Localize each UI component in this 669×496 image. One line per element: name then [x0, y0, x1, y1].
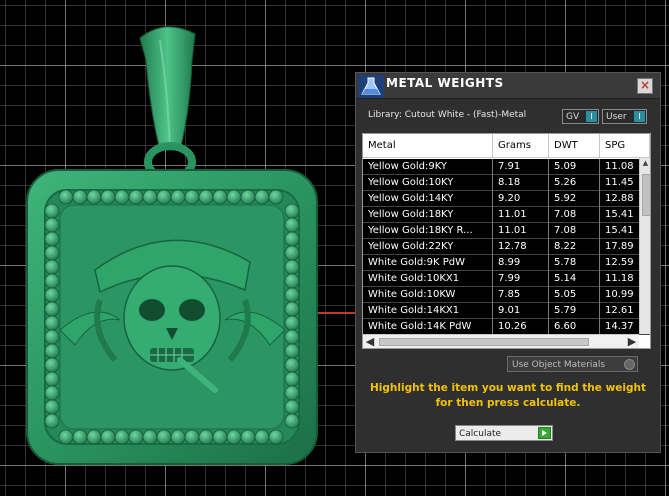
cell-grams: 11.01 [493, 207, 549, 223]
cell-dwt: 5.05 [549, 287, 600, 303]
cell-dwt: 7.08 [549, 223, 600, 239]
vertical-scrollbar[interactable]: ▲ [639, 158, 650, 334]
cell-dwt: 7.08 [549, 207, 600, 223]
panel-header: METAL WEIGHTS × [356, 73, 660, 99]
table-row[interactable]: White Gold:14K PdW 10.26 6.60 14.37 [363, 319, 650, 335]
horizontal-scroll-thumb[interactable] [379, 338, 589, 346]
calculate-play-icon [538, 427, 551, 439]
cell-metal: Yellow Gold:10KY [363, 175, 493, 191]
instruction-text: Highlight the item you want to find the … [370, 382, 646, 409]
cell-metal: White Gold:9K PdW [363, 255, 493, 271]
cell-metal: Yellow Gold:14KY [363, 191, 493, 207]
library-label: Library: Cutout White - (Fast)-Metal [368, 110, 527, 120]
table-row[interactable]: White Gold:14KX1 9.01 5.79 12.61 [363, 303, 650, 319]
panel-title: METAL WEIGHTS [386, 76, 504, 90]
horizontal-scrollbar[interactable]: ◀ ▶ [363, 334, 639, 348]
cell-metal: White Gold:14KX1 [363, 303, 493, 319]
cell-metal: Yellow Gold:22KY [363, 239, 493, 255]
cell-dwt: 5.26 [549, 175, 600, 191]
cell-grams: 9.20 [493, 191, 549, 207]
use-object-materials-knob [624, 359, 635, 370]
table-row[interactable]: Yellow Gold:9KY 7.91 5.09 11.08 [363, 159, 650, 175]
cell-dwt: 5.14 [549, 271, 600, 287]
cell-metal: Yellow Gold:18KY [363, 207, 493, 223]
use-object-materials-toggle[interactable]: Use Object Materials [507, 356, 638, 372]
calculate-label: Calculate [459, 429, 502, 439]
table-row[interactable]: White Gold:10KW 7.85 5.05 10.99 [363, 287, 650, 303]
metal-weights-table[interactable]: Metal Grams DWT SPG Yellow Gold:9KY 7.91 5… [362, 133, 651, 349]
cell-grams: 11.01 [493, 223, 549, 239]
cell-grams: 8.18 [493, 175, 549, 191]
scroll-right-arrow[interactable]: ▶ [625, 335, 639, 348]
cell-grams: 7.91 [493, 159, 549, 175]
cell-grams: 9.01 [493, 303, 549, 319]
cell-dwt: 6.60 [549, 319, 600, 335]
cell-dwt: 8.22 [549, 239, 600, 255]
cell-grams: 10.26 [493, 319, 549, 335]
table-row[interactable]: Yellow Gold:10KY 8.18 5.26 11.45 [363, 175, 650, 191]
scroll-left-arrow[interactable]: ◀ [363, 335, 377, 348]
table-row[interactable]: Yellow Gold:22KY 12.78 8.22 17.89 [363, 239, 650, 255]
metal-weights-panel: METAL WEIGHTS × Library: Cutout White - … [355, 72, 661, 453]
cell-grams: 7.99 [493, 271, 549, 287]
metal-weights-flask-icon [358, 75, 384, 98]
cell-metal: White Gold:10KX1 [363, 271, 493, 287]
cell-metal: Yellow Gold:9KY [363, 159, 493, 175]
user-toggle-label: User [606, 112, 627, 122]
cell-metal: Yellow Gold:18KY R... [363, 223, 493, 239]
cell-dwt: 5.09 [549, 159, 600, 175]
column-header-grams[interactable]: Grams [493, 134, 549, 158]
close-icon: × [639, 78, 651, 92]
table-row[interactable]: White Gold:9K PdW 8.99 5.78 12.59 [363, 255, 650, 271]
close-button[interactable]: × [637, 78, 653, 94]
calculate-button[interactable]: Calculate [455, 425, 553, 441]
cell-dwt: 5.92 [549, 191, 600, 207]
use-object-materials-label: Use Object Materials [512, 360, 606, 370]
table-row[interactable]: Yellow Gold:18KY R... 11.01 7.08 15.41 [363, 223, 650, 239]
gv-toggle-knob: I [586, 111, 597, 122]
table-row[interactable]: White Gold:10KX1 7.99 5.14 11.18 [363, 271, 650, 287]
column-header-spg[interactable]: SPG [600, 134, 650, 158]
user-toggle[interactable]: User I [602, 109, 647, 124]
column-header-metal[interactable]: Metal [363, 134, 493, 158]
cell-grams: 7.85 [493, 287, 549, 303]
cell-dwt: 5.78 [549, 255, 600, 271]
cell-dwt: 5.79 [549, 303, 600, 319]
table-row[interactable]: Yellow Gold:14KY 9.20 5.92 12.88 [363, 191, 650, 207]
gv-toggle[interactable]: GV I [562, 109, 599, 124]
cell-grams: 8.99 [493, 255, 549, 271]
scroll-up-arrow[interactable]: ▲ [640, 158, 650, 168]
cell-grams: 12.78 [493, 239, 549, 255]
table-row[interactable]: Yellow Gold:18KY 11.01 7.08 15.41 [363, 207, 650, 223]
user-toggle-knob: I [634, 111, 645, 122]
gv-toggle-label: GV [566, 112, 580, 122]
cell-metal: White Gold:14K PdW [363, 319, 493, 335]
column-header-dwt[interactable]: DWT [549, 134, 600, 158]
vertical-scroll-thumb[interactable] [642, 174, 650, 216]
cell-metal: White Gold:10KW [363, 287, 493, 303]
